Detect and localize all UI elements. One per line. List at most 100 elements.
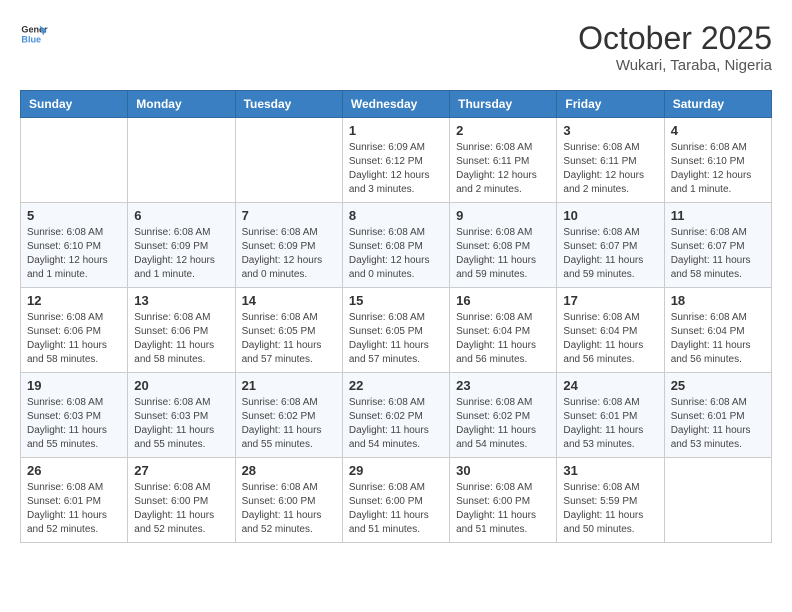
day-info: Sunrise: 6:08 AM Sunset: 6:00 PM Dayligh… xyxy=(456,481,550,537)
day-info: Sunrise: 6:08 AM Sunset: 6:00 PM Dayligh… xyxy=(242,481,336,537)
day-info: Sunrise: 6:08 AM Sunset: 6:04 PM Dayligh… xyxy=(563,311,657,367)
logo-icon: General Blue xyxy=(20,20,48,48)
calendar-cell: 14 Sunrise: 6:08 AM Sunset: 6:05 PM Dayli… xyxy=(235,288,342,373)
day-info: Sunrise: 6:08 AM Sunset: 6:04 PM Dayligh… xyxy=(671,311,765,367)
day-info: Sunrise: 6:08 AM Sunset: 6:11 PM Dayligh… xyxy=(456,141,550,197)
day-number: 5 xyxy=(27,208,121,223)
location: Wukari, Taraba, Nigeria xyxy=(578,57,772,74)
calendar-cell: 6 Sunrise: 6:08 AM Sunset: 6:09 PM Daylig… xyxy=(128,203,235,288)
day-info: Sunrise: 6:08 AM Sunset: 6:08 PM Dayligh… xyxy=(456,226,550,282)
day-number: 19 xyxy=(27,378,121,393)
day-header-friday: Friday xyxy=(557,91,664,118)
day-info: Sunrise: 6:08 AM Sunset: 6:07 PM Dayligh… xyxy=(671,226,765,282)
day-info: Sunrise: 6:08 AM Sunset: 6:00 PM Dayligh… xyxy=(349,481,443,537)
calendar-cell: 13 Sunrise: 6:08 AM Sunset: 6:06 PM Dayli… xyxy=(128,288,235,373)
day-info: Sunrise: 6:08 AM Sunset: 6:02 PM Dayligh… xyxy=(242,396,336,452)
calendar-cell: 20Sunrise: 6:08 AM Sunset: 6:03 PM Dayli… xyxy=(128,373,235,458)
week-row-2: 5Sunrise: 6:08 AM Sunset: 6:10 PM Daylig… xyxy=(21,203,772,288)
day-number: 11 xyxy=(671,208,765,223)
calendar-cell: 22 Sunrise: 6:08 AM Sunset: 6:02 PM Dayli… xyxy=(342,373,449,458)
day-number: 2 xyxy=(456,123,550,138)
calendar-cell: 8Sunrise: 6:08 AM Sunset: 6:08 PM Daylig… xyxy=(342,203,449,288)
day-info: Sunrise: 6:08 AM Sunset: 6:01 PM Dayligh… xyxy=(671,396,765,452)
day-info: Sunrise: 6:08 AM Sunset: 6:02 PM Dayligh… xyxy=(456,396,550,452)
week-row-3: 12 Sunrise: 6:08 AM Sunset: 6:06 PM Dayli… xyxy=(21,288,772,373)
calendar-cell: 5Sunrise: 6:08 AM Sunset: 6:10 PM Daylig… xyxy=(21,203,128,288)
logo: General Blue xyxy=(20,20,48,48)
calendar-cell: 1 Sunrise: 6:09 AM Sunset: 6:12 PM Daylig… xyxy=(342,118,449,203)
calendar-cell: 17 Sunrise: 6:08 AM Sunset: 6:04 PM Dayli… xyxy=(557,288,664,373)
day-number: 9 xyxy=(456,208,550,223)
calendar-cell: 24 Sunrise: 6:08 AM Sunset: 6:01 PM Dayli… xyxy=(557,373,664,458)
day-number: 18 xyxy=(671,293,765,308)
day-header-monday: Monday xyxy=(128,91,235,118)
day-number: 29 xyxy=(349,463,443,478)
day-info: Sunrise: 6:08 AM Sunset: 6:00 PM Dayligh… xyxy=(134,481,228,537)
day-number: 13 xyxy=(134,293,228,308)
day-header-sunday: Sunday xyxy=(21,91,128,118)
day-number: 24 xyxy=(563,378,657,393)
day-info: Sunrise: 6:08 AM Sunset: 6:10 PM Dayligh… xyxy=(671,141,765,197)
calendar-cell xyxy=(664,458,771,543)
day-number: 16 xyxy=(456,293,550,308)
calendar-cell: 15 Sunrise: 6:08 AM Sunset: 6:05 PM Dayli… xyxy=(342,288,449,373)
calendar-cell: 11 Sunrise: 6:08 AM Sunset: 6:07 PM Dayli… xyxy=(664,203,771,288)
calendar-cell xyxy=(235,118,342,203)
week-row-1: 1 Sunrise: 6:09 AM Sunset: 6:12 PM Daylig… xyxy=(21,118,772,203)
calendar-cell: 2 Sunrise: 6:08 AM Sunset: 6:11 PM Daylig… xyxy=(450,118,557,203)
day-info: Sunrise: 6:08 AM Sunset: 6:09 PM Dayligh… xyxy=(134,226,228,282)
days-header-row: SundayMondayTuesdayWednesdayThursdayFrid… xyxy=(21,91,772,118)
calendar-cell: 7Sunrise: 6:08 AM Sunset: 6:09 PM Daylig… xyxy=(235,203,342,288)
day-number: 27 xyxy=(134,463,228,478)
day-number: 10 xyxy=(563,208,657,223)
day-number: 15 xyxy=(349,293,443,308)
calendar-cell: 28Sunrise: 6:08 AM Sunset: 6:00 PM Dayli… xyxy=(235,458,342,543)
calendar-cell: 4 Sunrise: 6:08 AM Sunset: 6:10 PM Daylig… xyxy=(664,118,771,203)
day-info: Sunrise: 6:08 AM Sunset: 6:03 PM Dayligh… xyxy=(134,396,228,452)
week-row-5: 26Sunrise: 6:08 AM Sunset: 6:01 PM Dayli… xyxy=(21,458,772,543)
day-info: Sunrise: 6:08 AM Sunset: 6:05 PM Dayligh… xyxy=(242,311,336,367)
day-info: Sunrise: 6:08 AM Sunset: 6:11 PM Dayligh… xyxy=(563,141,657,197)
calendar-cell: 23Sunrise: 6:08 AM Sunset: 6:02 PM Dayli… xyxy=(450,373,557,458)
title-block: October 2025 Wukari, Taraba, Nigeria xyxy=(578,20,772,74)
day-number: 12 xyxy=(27,293,121,308)
calendar-cell xyxy=(128,118,235,203)
day-info: Sunrise: 6:08 AM Sunset: 6:06 PM Dayligh… xyxy=(27,311,121,367)
calendar-cell: 26Sunrise: 6:08 AM Sunset: 6:01 PM Dayli… xyxy=(21,458,128,543)
calendar-cell: 18 Sunrise: 6:08 AM Sunset: 6:04 PM Dayli… xyxy=(664,288,771,373)
calendar-cell: 25 Sunrise: 6:08 AM Sunset: 6:01 PM Dayli… xyxy=(664,373,771,458)
day-number: 22 xyxy=(349,378,443,393)
day-number: 4 xyxy=(671,123,765,138)
day-info: Sunrise: 6:09 AM Sunset: 6:12 PM Dayligh… xyxy=(349,141,443,197)
day-info: Sunrise: 6:08 AM Sunset: 6:05 PM Dayligh… xyxy=(349,311,443,367)
day-header-tuesday: Tuesday xyxy=(235,91,342,118)
day-number: 30 xyxy=(456,463,550,478)
day-number: 6 xyxy=(134,208,228,223)
week-row-4: 19 Sunrise: 6:08 AM Sunset: 6:03 PM Dayli… xyxy=(21,373,772,458)
calendar-cell: 31Sunrise: 6:08 AM Sunset: 5:59 PM Dayli… xyxy=(557,458,664,543)
day-number: 25 xyxy=(671,378,765,393)
calendar-cell xyxy=(21,118,128,203)
calendar-cell: 9 Sunrise: 6:08 AM Sunset: 6:08 PM Daylig… xyxy=(450,203,557,288)
svg-text:Blue: Blue xyxy=(21,34,41,44)
day-number: 8 xyxy=(349,208,443,223)
day-number: 26 xyxy=(27,463,121,478)
day-info: Sunrise: 6:08 AM Sunset: 6:04 PM Dayligh… xyxy=(456,311,550,367)
day-info: Sunrise: 6:08 AM Sunset: 6:03 PM Dayligh… xyxy=(27,396,121,452)
day-header-thursday: Thursday xyxy=(450,91,557,118)
calendar-cell: 19 Sunrise: 6:08 AM Sunset: 6:03 PM Dayli… xyxy=(21,373,128,458)
day-number: 14 xyxy=(242,293,336,308)
calendar-cell: 16 Sunrise: 6:08 AM Sunset: 6:04 PM Dayli… xyxy=(450,288,557,373)
day-info: Sunrise: 6:08 AM Sunset: 6:01 PM Dayligh… xyxy=(563,396,657,452)
day-number: 1 xyxy=(349,123,443,138)
day-number: 17 xyxy=(563,293,657,308)
day-info: Sunrise: 6:08 AM Sunset: 6:02 PM Dayligh… xyxy=(349,396,443,452)
day-number: 7 xyxy=(242,208,336,223)
day-info: Sunrise: 6:08 AM Sunset: 6:06 PM Dayligh… xyxy=(134,311,228,367)
day-info: Sunrise: 6:08 AM Sunset: 6:07 PM Dayligh… xyxy=(563,226,657,282)
calendar-cell: 21Sunrise: 6:08 AM Sunset: 6:02 PM Dayli… xyxy=(235,373,342,458)
month-title: October 2025 xyxy=(578,20,772,57)
calendar-cell: 29 Sunrise: 6:08 AM Sunset: 6:00 PM Dayli… xyxy=(342,458,449,543)
day-number: 3 xyxy=(563,123,657,138)
day-header-saturday: Saturday xyxy=(664,91,771,118)
